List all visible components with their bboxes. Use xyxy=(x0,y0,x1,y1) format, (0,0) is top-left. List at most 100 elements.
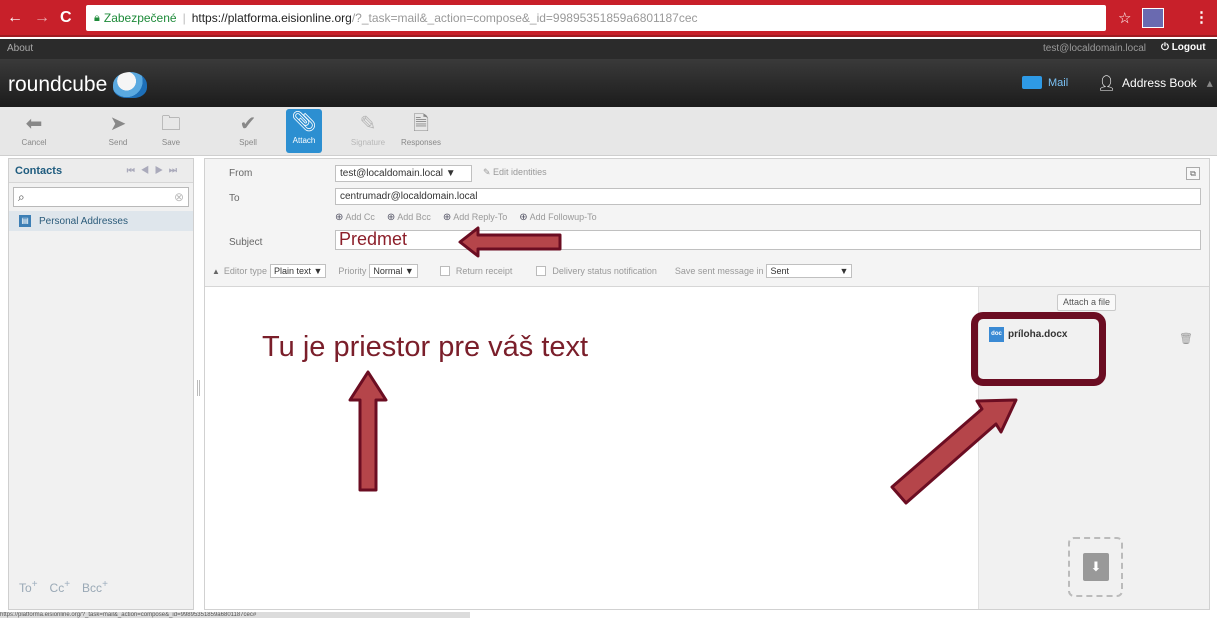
attach-file-button[interactable]: Attach a file xyxy=(1057,294,1117,311)
roundcube-logo[interactable]: roundcube xyxy=(8,72,148,98)
back-icon[interactable]: ← xyxy=(7,9,23,27)
top-line: About test@localdomain.local ⏻ Logout xyxy=(0,39,1217,59)
plus-circle-icon: ⊕ xyxy=(335,212,344,223)
responses-label: Responses xyxy=(400,138,442,147)
responses-button[interactable]: 🗎︎ Responses xyxy=(400,111,442,147)
priority-select[interactable]: Normal ▼ xyxy=(369,264,418,278)
save-sent-value: Sent xyxy=(770,266,789,276)
mail-envelope-icon xyxy=(1022,76,1042,89)
contact-search-box: ⌕ ⊗ xyxy=(13,187,189,207)
save-sent-label: Save sent message in xyxy=(674,266,764,276)
edit-identities-link[interactable]: ✎ Edit identities xyxy=(483,167,547,178)
from-label: From xyxy=(229,168,253,179)
recipient-buttons: To+ Cc+ Bcc+ xyxy=(19,579,108,595)
addressbook-nav-label: Address Book xyxy=(1122,76,1197,90)
about-link[interactable]: About xyxy=(7,43,33,54)
add-bcc-link-label: Add Bcc xyxy=(397,212,431,222)
add-header-links: ⊕ Add Cc ⊕ Add Bcc ⊕ Add Reply-To ⊕ Add Foll… xyxy=(335,212,597,223)
mail-nav-label: Mail xyxy=(1048,76,1069,89)
bookmark-star-icon[interactable]: ☆ xyxy=(1118,9,1131,27)
return-receipt-checkbox[interactable] xyxy=(439,266,450,276)
add-cc-link[interactable]: ⊕ Add Cc xyxy=(335,212,375,223)
sidebar-splitter[interactable] xyxy=(197,380,200,396)
plus-circle-icon: ⊕ xyxy=(519,212,528,223)
message-body-editor[interactable]: Tu je priestor pre váš text xyxy=(205,287,978,609)
logo-text: roundcube xyxy=(8,73,108,96)
compose-toolbar: ⬅︎ Cancel ➤ Send 🗀︎ Save ✔︎ Spell 📎︎ Att… xyxy=(0,107,1217,156)
addressbook-nav-button[interactable]: 👤︎ Address Book ▴ xyxy=(1097,74,1213,92)
status-bar-url: https://platforma.eisionline.org/?_task=… xyxy=(0,612,470,618)
spell-label: Spell xyxy=(239,138,257,147)
send-label: Send xyxy=(108,138,128,147)
to-label: To xyxy=(229,193,240,204)
add-followupto-link[interactable]: ⊕ Add Followup-To xyxy=(519,212,596,223)
clear-search-icon[interactable]: ⊗ xyxy=(174,190,184,204)
logo-ball-icon xyxy=(113,72,148,98)
dropdown-icon: ▼ xyxy=(839,266,849,276)
priority-label: Priority xyxy=(338,266,367,276)
back-arrow-icon: ⬅︎ xyxy=(25,113,43,135)
lock-icon: 🔒︎ xyxy=(94,11,100,24)
url-separator: | xyxy=(182,11,186,25)
return-receipt-label: Return receipt xyxy=(455,266,513,276)
download-arrow-icon: ⬇︎ xyxy=(1083,553,1109,581)
power-icon: ⏻ xyxy=(1161,42,1172,53)
add-replyto-link-label: Add Reply-To xyxy=(453,212,508,222)
add-to-label: To xyxy=(19,581,32,595)
edit-identities-label: Edit identities xyxy=(493,167,547,177)
popout-icon[interactable]: ⧉ xyxy=(1186,167,1200,180)
add-to-button[interactable]: To+ xyxy=(19,579,38,595)
logout-link[interactable]: ⏻ Logout xyxy=(1161,42,1206,53)
add-followupto-link-label: Add Followup-To xyxy=(529,212,597,222)
add-bcc-button[interactable]: Bcc+ xyxy=(82,579,108,595)
add-cc-button[interactable]: Cc+ xyxy=(50,579,71,595)
contacts-sidebar: Contacts ⏮◀▶⏭ ⌕ ⊗ ▤ Personal Addresses T… xyxy=(8,158,194,610)
editor-type-select[interactable]: Plain text ▼ xyxy=(269,264,327,278)
signature-icon: ✎ xyxy=(359,113,377,135)
add-replyto-link[interactable]: ⊕ Add Reply-To xyxy=(443,212,507,223)
dsn-checkbox[interactable] xyxy=(536,266,547,276)
forward-icon[interactable]: → xyxy=(34,9,50,27)
cancel-label: Cancel xyxy=(21,138,47,147)
signature-button[interactable]: ✎ Signature xyxy=(346,111,390,147)
person-icon: 👤︎ xyxy=(1097,75,1117,92)
extension-icon[interactable] xyxy=(1142,8,1164,28)
subject-field[interactable]: Predmet xyxy=(335,230,1201,250)
from-select[interactable]: test@localdomain.local ▼ xyxy=(335,165,472,182)
browser-menu-icon[interactable]: ⋮ xyxy=(1194,8,1209,26)
send-button[interactable]: ➤ Send xyxy=(102,111,134,147)
add-cc-link-label: Add Cc xyxy=(345,212,375,222)
caret-icon: ▴ xyxy=(1206,76,1213,90)
contacts-title: Contacts xyxy=(15,164,63,177)
contact-search-input[interactable] xyxy=(28,191,174,203)
mail-nav-button[interactable]: Mail xyxy=(1022,76,1068,89)
add-bcc-label: Bcc xyxy=(82,581,103,595)
collapse-options-icon[interactable]: ▲ xyxy=(212,267,220,276)
message-body-text: Tu je priestor pre váš text xyxy=(262,331,589,363)
logout-label: Logout xyxy=(1171,42,1206,53)
delete-attachment-icon[interactable]: 🗑︎ xyxy=(1179,332,1193,345)
add-bcc-link[interactable]: ⊕ Add Bcc xyxy=(387,212,431,223)
drop-zone[interactable]: ⬇︎ xyxy=(1068,537,1123,597)
cancel-button[interactable]: ⬅︎ Cancel xyxy=(18,111,50,147)
responses-icon: 🗎︎ xyxy=(412,113,430,135)
address-bar[interactable]: 🔒︎ Zabezpečené | https://platforma.eisio… xyxy=(86,5,1106,31)
spellcheck-icon: ✔︎ xyxy=(239,113,257,135)
save-icon: 🗀︎ xyxy=(161,113,181,135)
search-icon: ⌕ xyxy=(18,189,25,204)
add-cc-label: Cc xyxy=(49,581,65,595)
dsn-label: Delivery status notification xyxy=(552,266,657,276)
addressbook-item-personal[interactable]: ▤ Personal Addresses xyxy=(9,211,193,231)
addressbook-label: Personal Addresses xyxy=(39,215,128,227)
save-sent-select[interactable]: Sent ▼ xyxy=(766,264,853,278)
to-field[interactable]: centrumadr@localdomain.local xyxy=(335,188,1201,205)
url-host: https://platforma.eisionline.org xyxy=(191,11,352,25)
reload-icon[interactable]: C xyxy=(60,9,72,27)
save-label: Save xyxy=(161,138,181,147)
save-button[interactable]: 🗀︎ Save xyxy=(157,111,185,147)
plus-circle-icon: ⊕ xyxy=(442,212,452,223)
contacts-pager-icons[interactable]: ⏮◀▶⏭ xyxy=(127,165,183,176)
attach-button[interactable]: 📎︎ Attach xyxy=(286,109,322,153)
subject-label: Subject xyxy=(229,237,263,248)
spell-button[interactable]: ✔︎ Spell xyxy=(228,111,268,147)
